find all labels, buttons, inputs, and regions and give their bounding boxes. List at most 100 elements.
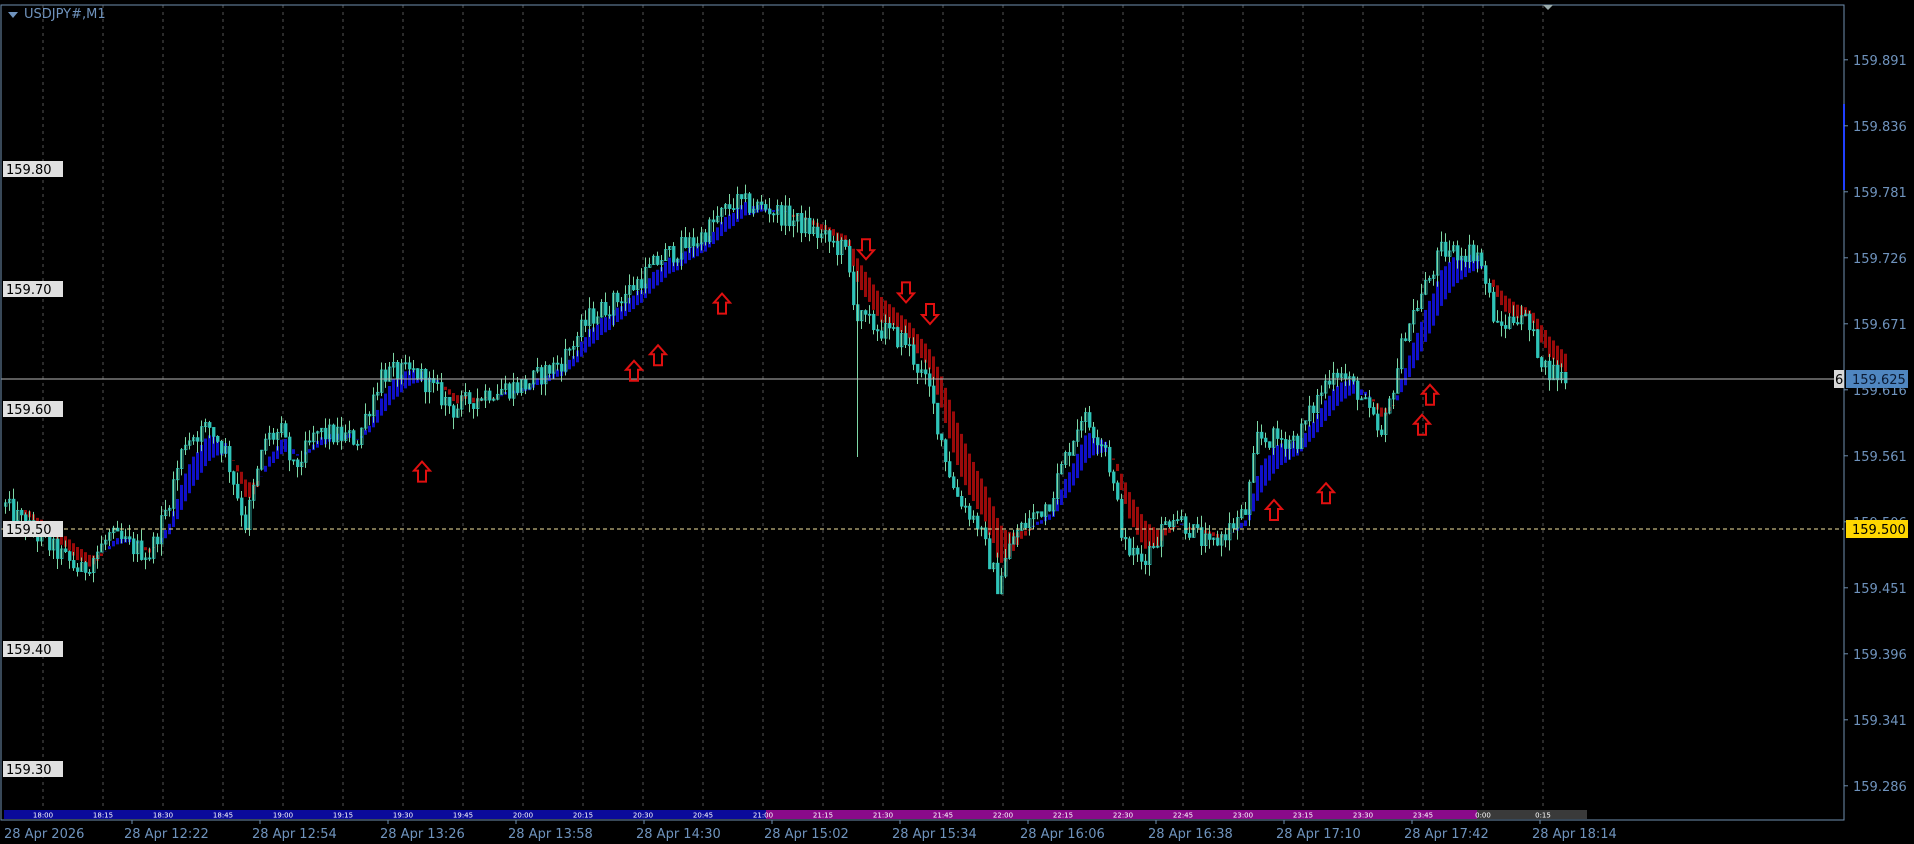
session-time-label: 22:30 [1113,812,1133,820]
candle [944,439,948,463]
candle [1104,444,1108,448]
arrow-up-icon [1315,481,1337,505]
candle [1244,509,1248,515]
candle [1496,320,1500,323]
candle [20,509,24,516]
candle [196,437,200,442]
session-time-label: 22:00 [993,812,1013,820]
candle [632,285,636,291]
candle [996,562,1000,595]
candle [1472,244,1476,262]
session-time-label: 18:15 [93,812,113,820]
candle [424,368,428,393]
shift-marker-icon[interactable] [1543,5,1553,10]
level-label: 159.40 [6,643,52,658]
candle [72,560,76,569]
session-segment [1477,810,1587,819]
candle [968,505,972,520]
candle [1536,329,1540,358]
session-time-label: 19:00 [273,812,293,820]
candle [352,430,356,445]
session-time-label: 0:15 [1535,812,1551,820]
candle [844,239,848,247]
candle [904,333,908,346]
candle [408,362,412,370]
candle [780,205,784,226]
candle [940,433,944,441]
candle [472,403,476,409]
candle [1484,265,1488,284]
candle [848,246,852,273]
candle [1152,546,1156,548]
candle [964,505,968,508]
candle [1144,560,1148,565]
candle [960,496,964,507]
candle [976,515,980,530]
arrow-up-icon [411,460,433,483]
candle [216,435,220,442]
candle [1368,397,1372,408]
price-axis-label: 159.726 [1853,252,1907,267]
candle [384,369,388,382]
candle [356,443,360,446]
level-label: 159.60 [6,403,52,418]
time-axis-label: 28 Apr 17:42 [1404,827,1489,842]
candle [916,363,920,373]
candle [1224,534,1228,541]
candle [656,255,660,265]
candle [1444,241,1448,257]
candle [368,413,372,417]
price-marker: 6 [1835,373,1843,388]
candle [12,498,16,522]
candle [1376,413,1380,431]
candle [556,362,560,365]
candle [292,459,296,462]
candle [948,461,952,478]
candle [1116,482,1120,500]
session-time-label: 19:15 [333,812,353,820]
candle [1312,405,1316,414]
candle [220,440,224,454]
candle [692,237,696,247]
candle [1328,380,1332,385]
candle [816,226,820,238]
session-time-label: 21:00 [753,812,773,820]
time-axis-label: 28 Apr 2026 [4,827,84,842]
arrow-up-icon [1411,413,1433,436]
candle [340,426,344,441]
candle [912,344,916,365]
candle [548,365,552,374]
candle [1372,407,1376,415]
candle [332,424,336,443]
candle [868,313,872,316]
candle [1108,446,1112,473]
candle [208,422,212,428]
candle [764,204,768,210]
candle [984,527,988,540]
candle [132,538,136,555]
candle [468,392,472,404]
candle [584,319,588,326]
candle [1264,437,1268,443]
session-time-label: 21:45 [933,812,953,820]
session-time-label: 18:30 [153,812,173,820]
candle [288,436,292,461]
candle [1096,437,1100,446]
candle [232,471,236,485]
candle [76,567,80,572]
candle [732,208,736,210]
candle [728,204,732,209]
candle [228,446,232,473]
candle [1040,511,1044,517]
candle [488,390,492,401]
candle [1208,533,1212,540]
candle [308,440,312,443]
candle [1528,313,1532,331]
candle [448,396,452,407]
candle [156,536,160,545]
candle [516,382,520,393]
candle [836,240,840,256]
candle [1184,516,1188,534]
candle [1540,357,1544,368]
price-chart[interactable]: 18:00 18:15 18:30 18:45 19:00 19:15 19:30 19:45… [0,0,1914,844]
